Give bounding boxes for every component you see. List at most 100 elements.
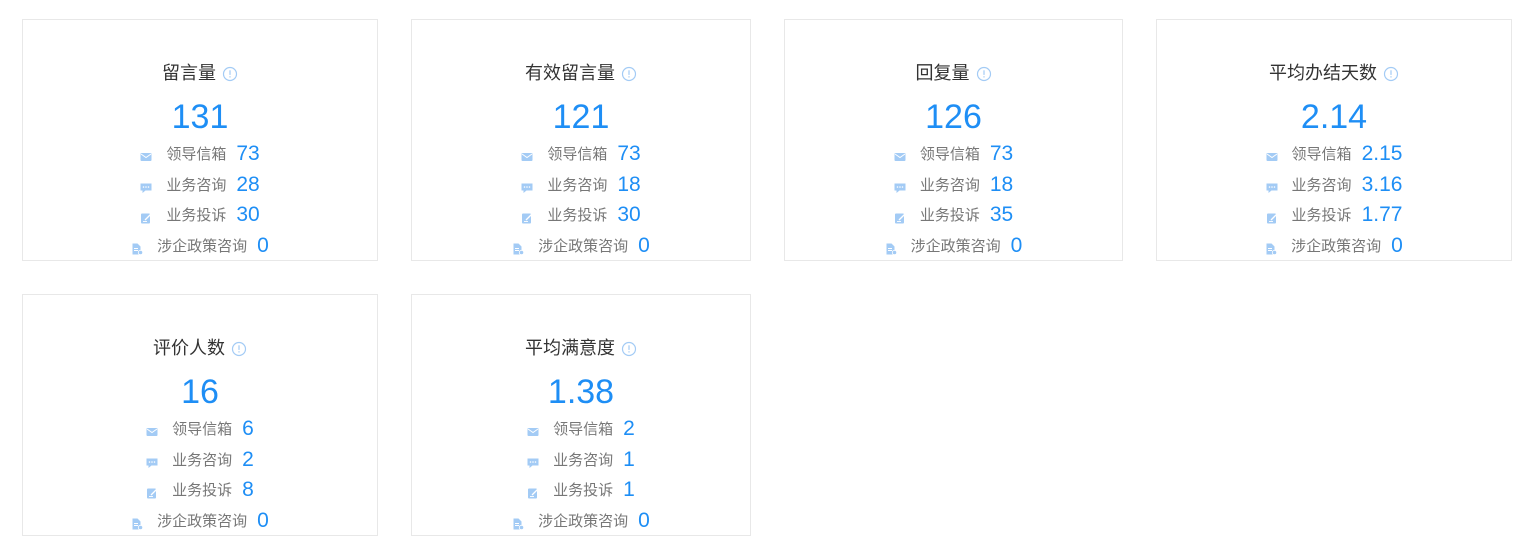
mail-icon	[146, 423, 158, 436]
mail-icon	[1266, 148, 1278, 161]
document-icon	[885, 240, 897, 256]
row-value: 18	[989, 173, 1014, 196]
row-label: 业务投诉	[919, 206, 980, 224]
stat-card-avg-completion-days: 平均办结天数 2.14 领导信箱 2.15 业务咨询 3.16 业务投诉 1.7…	[1156, 19, 1512, 261]
row-label: 涉企政策咨询	[1291, 237, 1382, 255]
row-value: 18	[617, 173, 641, 196]
row-label: 涉企政策咨询	[910, 237, 1001, 255]
row-label: 业务投诉	[547, 206, 608, 224]
document-icon	[131, 240, 144, 256]
breakdown-row: 领导信箱 73	[23, 142, 377, 166]
info-icon[interactable]	[976, 66, 992, 82]
stat-card-valid-message-count: 有效留言量 121 领导信箱 73 业务咨询 18 业务投诉 30 涉企政策咨询…	[411, 19, 751, 261]
row-label: 业务咨询	[919, 176, 980, 194]
card-header: 回复量	[785, 63, 1122, 85]
row-value: 1	[623, 478, 635, 501]
card-total-value: 1.38	[547, 373, 615, 411]
card-total-value: 2.14	[1300, 98, 1368, 136]
edit-icon	[1266, 209, 1278, 224]
row-label: 领导信箱	[1291, 145, 1352, 163]
row-value: 2.15	[1361, 142, 1403, 165]
edit-icon	[140, 209, 152, 224]
row-value: 0	[1010, 234, 1023, 257]
row-label: 涉企政策咨询	[157, 512, 248, 530]
card-title: 平均满意度	[525, 338, 615, 359]
info-icon[interactable]	[231, 341, 247, 357]
row-value: 6	[242, 417, 254, 440]
row-value: 1.77	[1361, 203, 1403, 226]
row-label: 业务投诉	[1291, 206, 1352, 224]
document-icon	[1265, 240, 1278, 256]
edit-icon	[527, 484, 539, 499]
breakdown-row: 业务咨询 3.16	[1157, 173, 1511, 197]
card-total-value: 131	[171, 98, 229, 136]
row-label: 业务咨询	[172, 451, 233, 469]
mail-icon	[527, 423, 539, 436]
breakdown-row: 领导信箱 73	[412, 142, 750, 166]
edit-icon	[521, 209, 533, 224]
document-icon	[131, 515, 144, 531]
card-header: 平均满意度	[412, 338, 750, 360]
row-value: 1	[623, 448, 635, 471]
row-label: 涉企政策咨询	[157, 237, 248, 255]
row-value: 2	[242, 448, 254, 471]
card-total-value: 126	[925, 98, 982, 136]
card-header: 有效留言量	[412, 63, 750, 85]
row-value: 0	[638, 234, 650, 257]
card-total-value: 121	[552, 98, 610, 136]
document-icon	[512, 240, 525, 256]
row-label: 业务咨询	[547, 176, 608, 194]
row-label: 涉企政策咨询	[538, 512, 629, 530]
stat-card-avg-satisfaction: 平均满意度 1.38 领导信箱 2 业务咨询 1 业务投诉 1 涉企政策咨询 0	[411, 294, 751, 536]
breakdown-row: 业务咨询 1	[412, 448, 750, 472]
breakdown-row: 涉企政策咨询 0	[1157, 234, 1511, 258]
chat-icon	[1266, 179, 1278, 193]
row-value: 35	[989, 203, 1014, 226]
breakdown-row: 业务咨询 18	[785, 173, 1122, 197]
card-header: 评价人数	[23, 338, 377, 360]
row-label: 业务咨询	[166, 176, 227, 194]
breakdown-row: 业务投诉 30	[23, 203, 377, 227]
breakdown-row: 涉企政策咨询 0	[412, 234, 750, 258]
row-value: 73	[617, 142, 641, 165]
card-title: 有效留言量	[525, 63, 615, 84]
row-value: 0	[1391, 234, 1403, 257]
breakdown-row: 领导信箱 2	[412, 417, 750, 441]
chat-icon	[894, 179, 906, 193]
breakdown-row: 业务咨询 2	[23, 448, 377, 472]
card-title: 留言量	[162, 63, 216, 84]
row-value: 3.16	[1361, 173, 1403, 196]
info-icon[interactable]	[1383, 66, 1399, 82]
row-value: 2	[623, 417, 635, 440]
card-header: 平均办结天数	[1157, 63, 1511, 85]
breakdown-row: 业务咨询 18	[412, 173, 750, 197]
row-label: 涉企政策咨询	[538, 237, 629, 255]
row-label: 业务咨询	[553, 451, 614, 469]
row-label: 业务投诉	[166, 206, 227, 224]
breakdown-row: 涉企政策咨询 0	[23, 509, 377, 533]
row-label: 领导信箱	[166, 145, 227, 163]
chat-icon	[521, 179, 533, 193]
row-value: 73	[236, 142, 260, 165]
card-title: 平均办结天数	[1269, 63, 1377, 84]
chat-icon	[527, 454, 539, 468]
breakdown-row: 业务投诉 35	[785, 203, 1122, 227]
info-icon[interactable]	[621, 66, 637, 82]
breakdown-row: 业务投诉 1.77	[1157, 203, 1511, 227]
row-label: 业务咨询	[1291, 176, 1352, 194]
info-icon[interactable]	[621, 341, 637, 357]
mail-icon	[140, 148, 152, 161]
breakdown-row: 业务投诉 1	[412, 478, 750, 502]
info-icon[interactable]	[222, 66, 238, 82]
row-label: 领导信箱	[919, 145, 980, 163]
row-value: 8	[242, 478, 254, 501]
breakdown-row: 领导信箱 6	[23, 417, 377, 441]
row-label: 领导信箱	[172, 420, 233, 438]
card-title: 评价人数	[153, 338, 225, 359]
mail-icon	[894, 148, 906, 161]
row-label: 领导信箱	[553, 420, 614, 438]
edit-icon	[146, 484, 158, 499]
stat-card-message-count: 留言量 131 领导信箱 73 业务咨询 28 业务投诉 30 涉企政策咨询 0	[22, 19, 378, 261]
card-header: 留言量	[23, 63, 377, 85]
breakdown-row: 涉企政策咨询 0	[412, 509, 750, 533]
